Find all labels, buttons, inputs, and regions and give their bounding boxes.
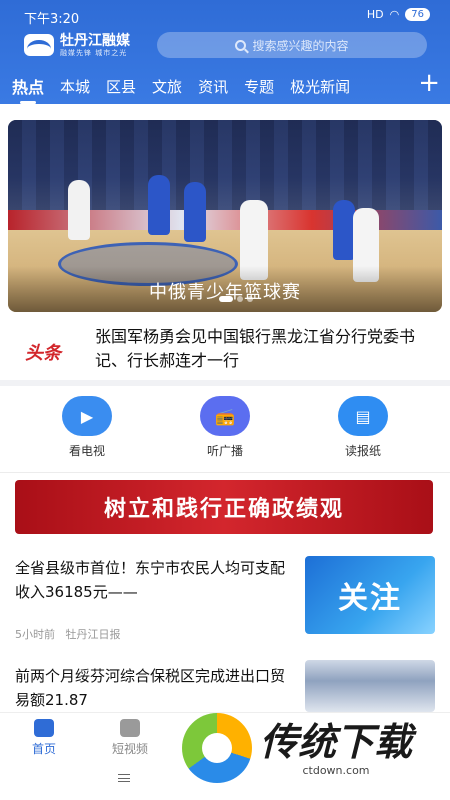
- app-header: 下午3:20 HD ◠ 76 牡丹江融媒 融媒先锋 城市之光 搜索感兴趣的内容 …: [0, 0, 450, 104]
- banner-player: [148, 175, 170, 235]
- banner-dot[interactable]: [247, 296, 253, 302]
- banner-player: [333, 200, 355, 260]
- tv-film-icon: ▶: [62, 396, 112, 436]
- quick-links: ▶ 看电视 📻 听广播 ▤ 读报纸: [0, 396, 450, 466]
- news-meta: 5小时前 牡丹江日报: [15, 626, 121, 642]
- news-item[interactable]: 全省县级市首位！东宁市农民人均可支配收入36185元—— 5小时前 牡丹江日报 …: [15, 556, 435, 646]
- radio-icon: 📻: [200, 396, 250, 436]
- watermark-url: ctdown.com: [302, 763, 370, 777]
- app-logo[interactable]: 牡丹江融媒 融媒先锋 城市之光: [24, 32, 164, 58]
- banner-player: [184, 182, 206, 242]
- news-title: 全省县级市首位！东宁市农民人均可支配收入36185元——: [15, 559, 286, 601]
- section-divider: [0, 380, 450, 386]
- wifi-icon: ◠: [389, 8, 400, 21]
- newspaper-icon: ▤: [338, 396, 388, 436]
- news-time: 5小时前: [15, 628, 55, 641]
- banner-player: [68, 180, 90, 240]
- promo-banner[interactable]: 树立和践行正确政绩观: [15, 480, 433, 534]
- quick-link-tv[interactable]: ▶ 看电视: [47, 396, 127, 466]
- quick-link-label: 听广播: [206, 444, 243, 458]
- battery-icon: 76: [405, 8, 430, 21]
- add-channel-icon[interactable]: +: [418, 70, 440, 96]
- channel-tabs: 热点 本城 区县 文旅 资讯 专题 极光新闻: [0, 70, 420, 104]
- watermark-logo-icon: [182, 713, 252, 783]
- section-divider: [0, 472, 450, 473]
- logo-mark-icon: [24, 34, 54, 56]
- watermark-name: 传统下载: [260, 719, 413, 764]
- status-bar: 下午3:20 HD ◠ 76: [0, 0, 450, 30]
- tab-city[interactable]: 本城: [60, 76, 90, 97]
- news-thumbnail: 关注: [305, 556, 435, 634]
- banner-dot[interactable]: [237, 296, 243, 302]
- headline-text: 张国军杨勇会见中国银行黑龙江省分行党委书记、行长郝连才一行: [95, 327, 416, 370]
- tab-topics[interactable]: 专题: [244, 76, 274, 97]
- headline-item[interactable]: 头条 张国军杨勇会见中国银行黑龙江省分行党委书记、行长郝连才一行: [25, 325, 445, 375]
- search-placeholder: 搜索感兴趣的内容: [252, 38, 349, 53]
- banner-pagination: [219, 296, 253, 302]
- quick-link-label: 看电视: [68, 444, 105, 458]
- logo-name: 牡丹江融媒: [60, 32, 130, 49]
- banner-dot[interactable]: [219, 296, 233, 302]
- nav-label: 短视频: [112, 742, 149, 756]
- news-source: 牡丹江日报: [65, 628, 121, 641]
- video-play-icon: [120, 719, 140, 737]
- status-time: 下午3:20: [24, 12, 80, 27]
- system-menu-icon[interactable]: [118, 774, 130, 782]
- status-indicators: HD ◠ 76: [367, 8, 430, 21]
- hero-banner[interactable]: 中俄青少年篮球赛: [8, 120, 442, 312]
- nav-label: 首页: [32, 742, 57, 756]
- search-input[interactable]: 搜索感兴趣的内容: [157, 32, 427, 58]
- tab-counties[interactable]: 区县: [106, 76, 136, 97]
- tab-info[interactable]: 资讯: [198, 76, 228, 97]
- watermark: 传统下载 ctdown.com: [182, 700, 432, 796]
- search-icon: [235, 39, 247, 51]
- banner-caption: 中俄青少年篮球赛: [8, 266, 442, 312]
- quick-link-label: 读报纸: [344, 444, 381, 458]
- nav-short-video[interactable]: 短视频: [112, 719, 148, 757]
- signal-icon: HD: [366, 8, 384, 21]
- logo-slogan: 融媒先锋 城市之光: [60, 48, 128, 57]
- tab-aurora-news[interactable]: 极光新闻: [290, 76, 350, 97]
- home-icon: [34, 719, 54, 737]
- quick-link-newspaper[interactable]: ▤ 读报纸: [323, 396, 403, 466]
- quick-link-radio[interactable]: 📻 听广播: [185, 396, 265, 466]
- headline-tag: 头条: [25, 343, 61, 364]
- nav-home[interactable]: 首页: [32, 719, 56, 757]
- tab-culture-tourism[interactable]: 文旅: [152, 76, 182, 97]
- tab-hot[interactable]: 热点: [12, 74, 44, 104]
